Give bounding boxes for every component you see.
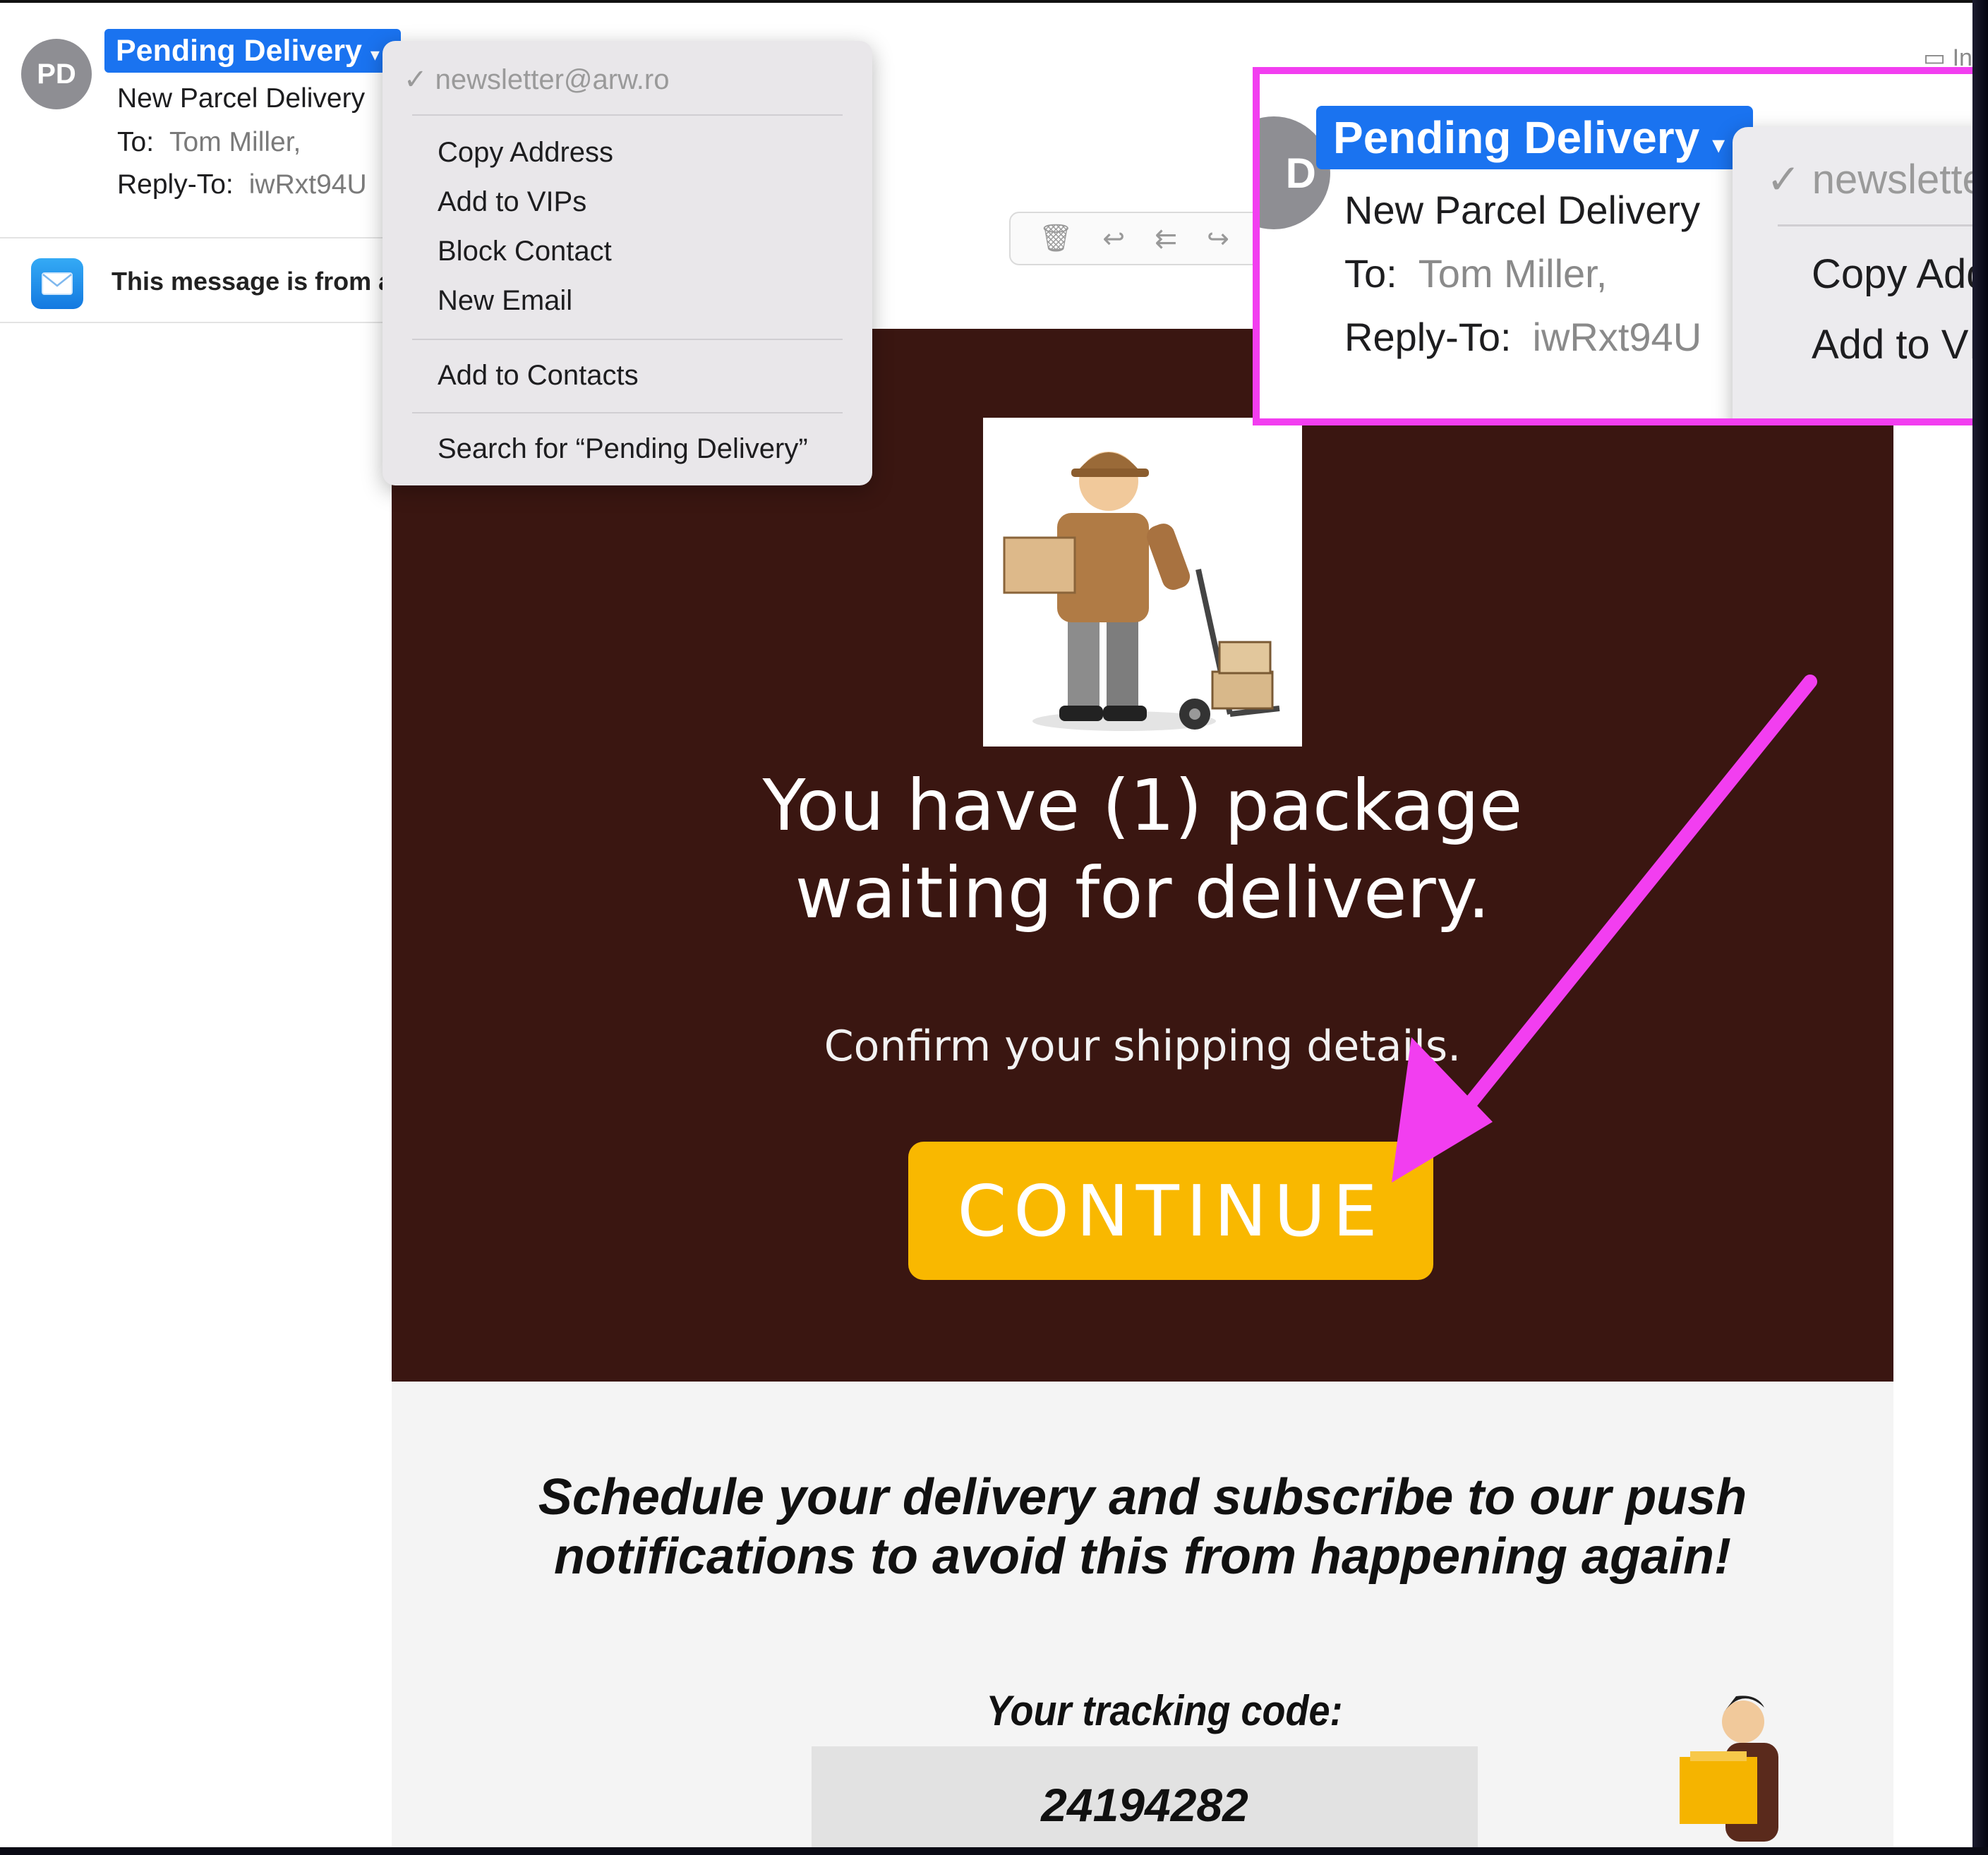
reply-to-value[interactable]: iwRxt94U: [249, 169, 367, 200]
email-subject: New Parcel Delivery: [117, 83, 366, 114]
person-with-box-illustration: [1651, 1686, 1814, 1851]
reply-to-row: Reply-To: iwRxt94U: [117, 169, 367, 200]
callout-sender-text: Pending Delivery: [1333, 112, 1700, 163]
reply-all-icon[interactable]: ⇇: [1155, 223, 1177, 255]
callout-avatar-initials: D: [1285, 149, 1316, 197]
menu-separator: [412, 412, 843, 413]
menu-item-copy-address[interactable]: Copy Address: [438, 137, 613, 169]
email-headline: You have (1) package waiting for deliver…: [392, 762, 1893, 937]
menu-item-block-contact[interactable]: Block Contact: [438, 236, 612, 267]
callout-sender-name: Pending Delivery ▾: [1316, 106, 1754, 169]
tracking-code: 24194282: [1041, 1779, 1248, 1831]
headline-line-1: You have (1) package: [762, 764, 1523, 847]
sender-email-address: ✓ newsletter@arw.ro: [404, 64, 670, 95]
mail-app-icon: [31, 258, 83, 309]
sender-name-button[interactable]: Pending Delivery ▾: [104, 29, 401, 73]
email-subline: Confirm your shipping details.: [824, 1022, 1462, 1071]
tracking-label: Your tracking code:: [986, 1687, 1343, 1734]
header-divider: [0, 237, 395, 238]
menu-item-new-email[interactable]: New Email: [438, 285, 572, 317]
to-row: To: Tom Miller,: [117, 127, 301, 158]
headline-line-2: waiting for delivery.: [795, 852, 1490, 934]
avatar-initials: PD: [37, 58, 76, 90]
sender-avatar[interactable]: PD: [21, 39, 92, 109]
schedule-line-2: notifications to avoid this from happeni…: [553, 1528, 1732, 1585]
callout-to-row: To: Tom Miller,: [1344, 250, 1607, 296]
reply-to-label: Reply-To:: [117, 169, 234, 200]
continue-button[interactable]: CONTINUE: [908, 1142, 1433, 1280]
screen-bottom-edge: [0, 1847, 1988, 1855]
screen-top-edge: [0, 0, 1988, 3]
callout-to-label: To:: [1344, 251, 1397, 296]
to-label: To:: [117, 127, 155, 157]
callout-reply-to-value: iwRxt94U: [1532, 315, 1702, 359]
zoom-callout: D Pending Delivery ▾ New Parcel Delivery…: [1253, 67, 1980, 425]
menu-separator: [1778, 224, 1972, 226]
forward-icon[interactable]: ↪: [1207, 223, 1229, 255]
callout-subject: New Parcel Delivery: [1344, 188, 1701, 232]
to-value[interactable]: Tom Miller,: [169, 127, 301, 157]
callout-menu-header: ✓ newslette: [1766, 157, 1980, 203]
reply-icon[interactable]: ↩: [1102, 223, 1125, 255]
courier-illustration: [983, 418, 1302, 747]
mailing-list-banner: This message is from a: [112, 267, 393, 296]
schedule-line-1: Schedule your delivery and subscribe to …: [538, 1469, 1747, 1525]
menu-separator: [412, 114, 843, 116]
menu-item-add-to-contacts[interactable]: Add to Contacts: [438, 360, 639, 392]
callout-menu-item-vips: Add to VI: [1812, 322, 1980, 368]
trash-icon[interactable]: 🗑: [1039, 223, 1073, 254]
callout-reply-to-label: Reply-To:: [1344, 315, 1512, 359]
sender-context-menu: ✓ newsletter@arw.ro Copy Address Add to …: [382, 41, 872, 485]
callout-menu-item-copy: Copy Add: [1812, 251, 1980, 297]
menu-separator: [412, 339, 843, 340]
banner-divider: [0, 322, 395, 323]
menu-item-search[interactable]: Search for “Pending Delivery”: [438, 433, 808, 465]
menu-item-add-to-vips[interactable]: Add to VIPs: [438, 186, 586, 218]
chevron-down-icon: ▾: [370, 44, 380, 65]
schedule-message: Schedule your delivery and subscribe to …: [392, 1468, 1893, 1586]
sender-name: Pending Delivery: [116, 34, 362, 68]
callout-reply-to-row: Reply-To: iwRxt94U: [1344, 314, 1701, 360]
screen-right-edge: [1972, 0, 1988, 1855]
chevron-down-icon: ▾: [1712, 130, 1725, 159]
callout-context-menu: ✓ newslette Copy Add Add to VI: [1733, 127, 1980, 418]
message-toolbar: 🗑 ↩ ⇇ ↪: [1009, 212, 1294, 265]
callout-to-value: Tom Miller,: [1418, 251, 1608, 296]
